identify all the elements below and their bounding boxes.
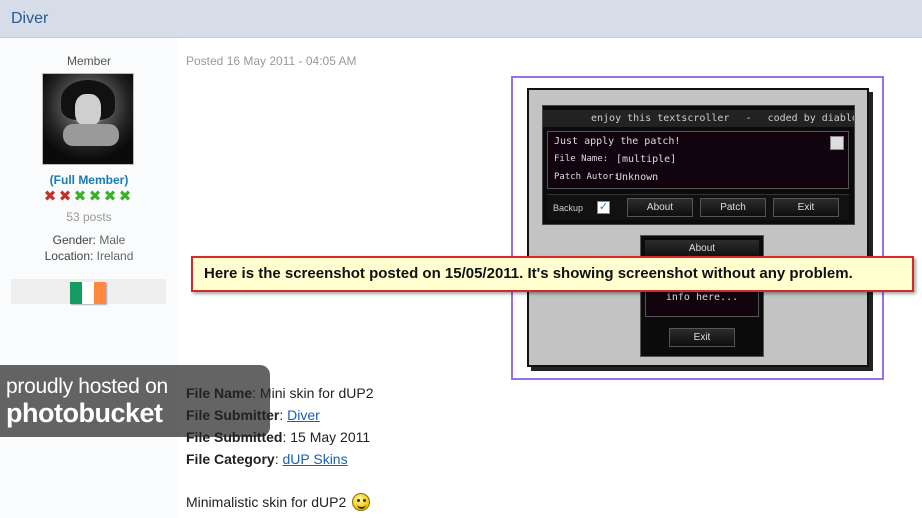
patcher-window: enjoy this textscroller - coded by diabl…: [542, 105, 855, 225]
reputation-pip-icon: ✖: [88, 188, 102, 205]
posted-date: Posted 16 May 2011 - 04:05 AM: [186, 54, 357, 68]
file-category-row: File Category: dUP Skins: [186, 451, 348, 467]
submitter-link[interactable]: Diver: [287, 407, 320, 423]
gender-value: Male: [99, 233, 126, 247]
location-line: Location: Ireland: [0, 249, 178, 263]
file-details: File Name: Mini skin for dUP2 File Submi…: [186, 382, 374, 470]
screenshot-image[interactable]: enjoy this textscroller - coded by diabl…: [511, 76, 884, 380]
avatar[interactable]: [42, 73, 134, 165]
about-window: About info here... Exit: [640, 235, 764, 357]
annotation-callout: Here is the screenshot posted on 15/05/2…: [191, 256, 914, 292]
author-name-link[interactable]: Diver: [11, 10, 48, 28]
reputation-pip-icon: ✖: [43, 188, 57, 205]
patch-button-preview: Patch: [700, 198, 766, 217]
patch-log: Just apply the patch! File Name: [multip…: [547, 131, 849, 189]
location-value: Ireland: [96, 249, 134, 263]
exit-button-preview: Exit: [773, 198, 839, 217]
ireland-flag-icon: [70, 282, 106, 304]
about-title: About: [645, 240, 759, 257]
scrollbar: [830, 136, 844, 150]
reputation-pips: ✖ ✖ ✖ ✖ ✖ ✖: [43, 189, 135, 205]
location-label: Location:: [44, 249, 94, 263]
reputation-pip-icon: ✖: [103, 188, 117, 205]
gender-line: Gender: Male: [0, 233, 178, 247]
textscroller: enjoy this textscroller - coded by diabl…: [543, 110, 854, 127]
file-submitted-row: File Submitted: 15 May 2011: [186, 429, 371, 445]
post-header: Diver: [0, 0, 922, 38]
author-profile-panel: Member (Full Member) ✖ ✖ ✖ ✖ ✖ ✖ 53 posts Gen…: [0, 38, 178, 518]
file-name-row: File Name: Mini skin for dUP2: [186, 385, 374, 401]
category-link[interactable]: dUP Skins: [282, 451, 347, 467]
about-exit-button-preview: Exit: [669, 328, 735, 347]
patcher-toolbar: Backup ✓ About Patch Exit: [547, 194, 849, 220]
post-count: 53 posts: [66, 210, 112, 224]
backup-label: Backup: [553, 203, 584, 213]
reputation-pip-icon: ✖: [73, 188, 87, 205]
smiley-icon: [352, 493, 371, 511]
skin-preview: enjoy this textscroller - coded by diabl…: [527, 88, 869, 367]
file-submitter-row: File Submitter: Diver: [186, 407, 320, 423]
backup-checkbox-icon: ✓: [597, 201, 610, 214]
reputation-pip-icon: ✖: [118, 188, 132, 205]
member-group: (Full Member): [49, 173, 129, 187]
reputation-pip-icon: ✖: [58, 188, 72, 205]
member-role: Member: [66, 54, 111, 68]
about-button-preview: About: [627, 198, 693, 217]
country-flag-box: [11, 279, 166, 304]
gender-label: Gender:: [52, 233, 96, 247]
post-description: Minimalistic skin for dUP2: [186, 493, 371, 511]
